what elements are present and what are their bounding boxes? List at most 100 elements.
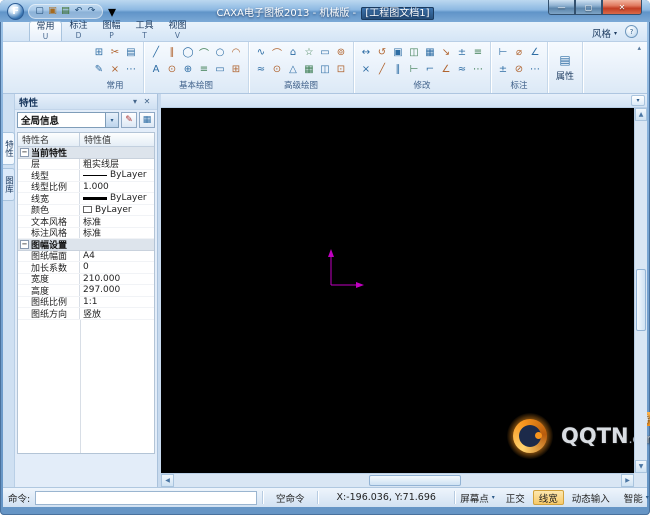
point-mode-select[interactable]: 屏幕点 ▾ [460,491,495,505]
ribbon-tool-icon[interactable]: ± [455,45,469,60]
side-tab-properties[interactable]: 特性 [3,132,15,165]
collapse-icon[interactable]: − [20,240,29,249]
ribbon-tool-icon[interactable]: ▦ [302,62,316,77]
close-button[interactable]: ✕ [602,0,642,15]
ribbon-tool-icon[interactable]: ⊡ [334,62,348,77]
minimize-button[interactable]: — [548,0,575,15]
ribbon-tool-icon[interactable]: ± [496,62,510,77]
layer-grid-icon[interactable]: ▦ [139,112,155,128]
ribbon-tool-icon[interactable]: ✂ [108,45,122,60]
save-icon[interactable]: ▤ [60,5,71,18]
ortho-toggle[interactable]: 正交 [500,490,531,505]
scroll-down-icon[interactable]: ▼ [635,460,647,473]
ribbon-tool-icon[interactable]: ⋯ [471,62,485,77]
ribbon-tool-icon[interactable]: × [359,62,373,77]
ribbon-tab-V[interactable]: 视图V [161,21,194,41]
vertical-scroll-thumb[interactable] [636,269,646,331]
style-button[interactable]: 风格 ▾ [592,26,617,40]
property-row[interactable]: 图纸方向竖放 [18,308,154,320]
ribbon-tool-icon[interactable]: ⌀ [512,45,526,60]
new-icon[interactable]: ▢ [34,5,45,18]
ribbon-tool-icon[interactable]: ╱ [149,45,163,60]
ribbon-tool-icon[interactable]: ▦ [423,45,437,60]
ribbon-tool-icon[interactable]: ╱ [375,62,389,77]
ribbon-tool-icon[interactable]: × [108,62,122,77]
ribbon-tool-icon[interactable]: ▭ [213,62,227,77]
property-row[interactable]: 高度297.000 [18,285,154,297]
undo-icon[interactable]: ↶ [73,5,84,18]
ribbon-tool-icon[interactable]: ⊢ [407,62,421,77]
ribbon-tool-icon[interactable]: ∥ [165,45,179,60]
ribbon-tool-icon[interactable]: ≈ [254,62,268,77]
horizontal-scrollbar[interactable]: ◀ ▶ [161,473,634,487]
scope-select[interactable]: 全局信息 ▾ [17,112,119,128]
ribbon-tool-icon[interactable]: ⊕ [181,62,195,77]
lineweight-toggle[interactable]: 线宽 [533,490,564,505]
ribbon-tool-icon[interactable]: ◫ [407,45,421,60]
ribbon-tool-icon[interactable]: A [149,62,163,77]
column-header-value[interactable]: 特性值 [80,133,154,146]
ribbon-tool-icon[interactable]: ▭ [318,45,332,60]
ribbon-tool-icon[interactable]: ⋯ [124,62,138,77]
panel-close-icon[interactable]: ✕ [141,97,153,106]
property-group-row[interactable]: −图幅设置 [18,239,154,251]
scroll-right-icon[interactable]: ▶ [621,474,634,487]
horizontal-scroll-thumb[interactable] [369,475,461,486]
property-row[interactable]: 线型比例1.000 [18,182,154,194]
ribbon-tool-icon[interactable]: ⊞ [229,62,243,77]
property-row[interactable]: 线型ByLayer [18,170,154,182]
panel-menu-icon[interactable]: ▾ [129,97,141,106]
ribbon-tool-icon[interactable]: ∥ [391,62,405,77]
help-icon[interactable]: ? [625,25,638,38]
ribbon-tool-icon[interactable]: ↔ [359,45,373,60]
command-input[interactable] [35,491,257,505]
ribbon-tool-icon[interactable]: ✎ [92,62,106,77]
open-icon[interactable]: ▣ [47,5,58,18]
ribbon-tool-icon[interactable]: ▤ [124,45,138,60]
property-row[interactable]: 加长系数0 [18,262,154,274]
attributes-icon[interactable]: ▤ [559,53,570,67]
ribbon-tool-icon[interactable]: ∠ [528,45,542,60]
dynamic-input-toggle[interactable]: 动态输入 [566,490,616,505]
ribbon-tool-icon[interactable]: ↘ [439,45,453,60]
ribbon-tab-P[interactable]: 图幅P [95,21,128,41]
ribbon-tool-icon[interactable]: ⊞ [92,45,106,60]
edit-style-icon[interactable]: ✎ [121,112,137,128]
ribbon-tool-icon[interactable]: ⌂ [286,45,300,60]
maximize-button[interactable]: ▢ [575,0,602,15]
property-row[interactable]: 层粗实线层 [18,159,154,171]
ribbon-tool-icon[interactable]: ◠ [229,45,243,60]
property-row[interactable]: 宽度210.000 [18,274,154,286]
ribbon-tool-icon[interactable]: ⋯ [528,62,542,77]
ribbon-group-attributes[interactable]: ▤ 属性 [548,42,583,93]
property-row[interactable]: 线宽ByLayer [18,193,154,205]
quick-access-dropdown-icon[interactable]: ▾ [103,4,121,19]
ribbon-tool-icon[interactable]: ▣ [391,45,405,60]
ribbon-tool-icon[interactable]: △ [286,62,300,77]
side-tab-library[interactable]: 图库 [3,168,15,201]
scroll-up-icon[interactable]: ▲ [635,108,647,121]
ribbon-tab-T[interactable]: 工具T [128,21,161,41]
ribbon-tool-icon[interactable]: ≡ [197,62,211,77]
ribbon-tool-icon[interactable]: ○ [213,45,227,60]
vertical-scrollbar[interactable]: ▲ ▼ [634,108,647,473]
ribbon-tool-icon[interactable]: ∿ [254,45,268,60]
property-row[interactable]: 图纸幅面A4 [18,251,154,263]
ribbon-tab-U[interactable]: 常用U [29,21,62,41]
collapse-ribbon-icon[interactable]: ▴ [637,44,641,52]
app-logo-icon[interactable]: F [7,3,24,20]
ribbon-tool-icon[interactable]: ◯ [181,45,195,60]
ribbon-tool-icon[interactable]: ≈ [455,62,469,77]
ribbon-tool-icon[interactable]: ↺ [375,45,389,60]
tab-list-dropdown-icon[interactable]: ▾ [631,95,645,106]
ribbon-tool-icon[interactable]: ⌐ [423,62,437,77]
ribbon-tool-icon[interactable]: ⊚ [334,45,348,60]
ribbon-tool-icon[interactable]: ⊢ [496,45,510,60]
ribbon-tool-icon[interactable]: ⌒ [270,45,284,60]
ribbon-tab-D[interactable]: 标注D [62,21,95,41]
chevron-down-icon[interactable]: ▾ [105,113,118,127]
ribbon-tool-icon[interactable]: ⊘ [512,62,526,77]
collapse-icon[interactable]: − [20,148,29,157]
ribbon-tool-icon[interactable]: ∠ [439,62,453,77]
ribbon-tool-icon[interactable]: ⊙ [270,62,284,77]
